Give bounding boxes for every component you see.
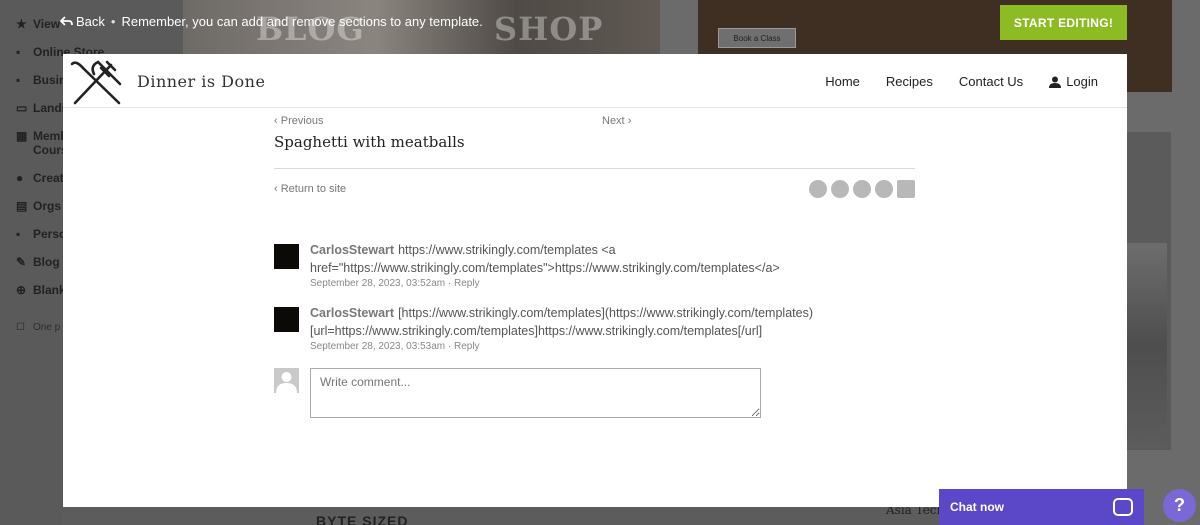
return-label: Return to site	[280, 183, 347, 195]
building-icon: ▤	[16, 199, 28, 213]
fork-knife-icon[interactable]	[68, 58, 126, 108]
help-button[interactable]: ?	[1163, 489, 1196, 522]
comment-body: CarlosStewart [https://www.strikingly.com…	[310, 304, 910, 354]
checkbox-icon: ☐	[16, 322, 25, 333]
back-label: Back	[76, 14, 105, 29]
comment-body: CarlosStewart https://www.strikingly.com/…	[310, 241, 910, 291]
nav-home[interactable]: Home	[825, 74, 860, 89]
preview-topbar: Back • Remember, you can add and remove …	[60, 14, 483, 29]
chat-bubble-icon	[1113, 498, 1133, 516]
comment-input[interactable]	[310, 368, 761, 418]
login-label: Login	[1066, 74, 1098, 89]
nav-contact-us[interactable]: Contact Us	[959, 74, 1023, 89]
divider	[274, 168, 915, 169]
comment-text-line: CarlosStewart [https://www.strikingly.com…	[310, 304, 910, 322]
sidebar-item-business[interactable]: ▪ Busin	[16, 73, 66, 87]
sidebar-item-label: Creat	[33, 171, 64, 185]
sidebar-item-one-page[interactable]: ☐ One p	[16, 322, 60, 333]
rss-icon[interactable]	[897, 180, 915, 198]
user-icon	[1049, 76, 1062, 88]
pen-icon: ✎	[16, 255, 27, 269]
sidebar-item-label: Landi	[33, 101, 65, 115]
user-icon: ▪	[16, 227, 21, 241]
sidebar-item-view[interactable]: ★ View	[16, 17, 60, 31]
comment-text: [url=https://www.strikingly.com/template…	[310, 324, 763, 338]
site-navbar: Dinner is Done Home Recipes Contact Us L…	[63, 54, 1127, 108]
post-title: Spaghetti with meatballs	[274, 133, 465, 151]
chevron-left-icon: ‹	[274, 115, 278, 127]
previous-link[interactable]: ‹ Previous	[274, 115, 324, 127]
thumbnail-title: SHOP	[494, 10, 604, 48]
email-icon[interactable]	[875, 180, 893, 198]
comment-author[interactable]: CarlosStewart	[310, 243, 394, 257]
site-menu: Home Recipes Contact Us Login	[825, 74, 1098, 89]
clipboard-icon: ▪	[16, 73, 21, 87]
sidebar-item-label: Blog	[33, 255, 60, 269]
sidebar-item-personal[interactable]: ▪ Perso	[16, 227, 66, 241]
comment-meta: September 28, 2023, 03:52am · Reply	[310, 278, 480, 289]
comment-author[interactable]: CarlosStewart	[310, 306, 394, 320]
background-heading: BYTE SIZED	[316, 513, 409, 525]
window-icon: ▭	[16, 101, 28, 115]
site-title[interactable]: Dinner is Done	[137, 72, 265, 91]
template-thumbnail-blog: BLOG SHOP	[184, 0, 660, 58]
next-link[interactable]: Next ›	[602, 115, 631, 127]
sidebar-item-membership[interactable]: ▦ Memb	[16, 129, 68, 143]
nav-recipes[interactable]: Recipes	[886, 74, 933, 89]
avatar	[274, 307, 299, 332]
avatar	[274, 244, 299, 269]
blog-post: ‹ Previous Next › Spaghetti with meatbal…	[274, 115, 915, 418]
sidebar-item-label: Busin	[33, 73, 67, 87]
chevron-right-icon: ›	[627, 115, 632, 127]
twitter-icon[interactable]	[831, 180, 849, 198]
plus-circle-icon: ⊕	[16, 283, 27, 297]
chevron-left-icon: ‹	[274, 183, 278, 195]
chat-label: Chat now	[950, 500, 1004, 514]
template-hint: Remember, you can add and remove section…	[121, 14, 483, 29]
separator: •	[110, 14, 116, 29]
comment-text: href="https://www.strikingly.com/templat…	[310, 261, 780, 275]
sidebar-item-blank[interactable]: ⊕ Blank	[16, 283, 66, 297]
nav-login[interactable]: Login	[1049, 74, 1098, 89]
grid-icon: ▦	[16, 129, 28, 143]
linkedin-icon[interactable]	[853, 180, 871, 198]
reply-link[interactable]: Reply	[454, 278, 480, 289]
share-buttons	[809, 180, 915, 198]
start-editing-button[interactable]: START EDITING!	[1000, 5, 1127, 40]
comment-text: https://www.strikingly.com/templates <a	[398, 243, 616, 257]
palette-icon: ●	[16, 171, 24, 185]
user-silhouette-icon	[274, 368, 299, 393]
back-button[interactable]: Back	[60, 14, 105, 29]
sidebar-item-label: View	[33, 17, 61, 31]
comment-date: September 28, 2023, 03:52am	[310, 278, 446, 289]
avatar-placeholder	[274, 368, 299, 393]
sidebar-item-label: One p	[33, 322, 61, 333]
chat-widget[interactable]: Chat now	[939, 489, 1144, 525]
facebook-icon[interactable]	[809, 180, 827, 198]
star-icon: ★	[16, 17, 27, 31]
book-class-button: Book a Class	[718, 28, 796, 48]
background-photo	[1126, 243, 1167, 448]
comment-text-line: CarlosStewart https://www.strikingly.com/…	[310, 241, 910, 259]
post-actions: ‹ Return to site	[274, 180, 915, 208]
cart-icon: ▪	[16, 45, 21, 59]
sidebar-item-creative[interactable]: ● Creat	[16, 171, 64, 185]
sidebar-item-label: Blank	[33, 283, 66, 297]
template-preview-modal: Dinner is Done Home Recipes Contact Us L…	[63, 54, 1127, 507]
sidebar-item-blog[interactable]: ✎ Blog	[16, 255, 60, 269]
sidebar-item-landing[interactable]: ▭ Landi	[16, 101, 65, 115]
sidebar-item-label: Perso	[33, 227, 67, 241]
back-arrow-icon	[60, 16, 73, 26]
comment-date: September 28, 2023, 03:53am	[310, 341, 446, 352]
post-pagination: ‹ Previous Next ›	[274, 115, 915, 129]
comment-meta: September 28, 2023, 03:53am · Reply	[310, 341, 480, 352]
comment-text: [https://www.strikingly.com/templates](h…	[398, 306, 813, 320]
return-to-site-link[interactable]: ‹ Return to site	[274, 183, 346, 195]
reply-link[interactable]: Reply	[454, 341, 480, 352]
next-label: Next	[602, 115, 625, 127]
previous-label: Previous	[280, 115, 324, 127]
